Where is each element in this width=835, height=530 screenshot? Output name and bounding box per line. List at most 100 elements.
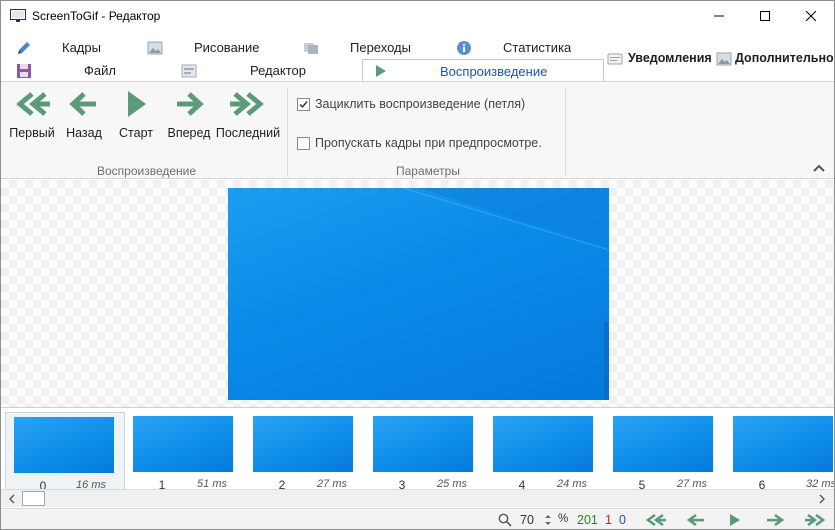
frame-thumbnail [493, 416, 593, 472]
extras-label: Дополнительно [735, 51, 834, 65]
first-frame-label: Первый [9, 126, 55, 140]
frame-duration: 25 ms [437, 478, 467, 489]
frame-index: 2 [278, 478, 286, 489]
frame-duration: 24 ms [557, 478, 587, 489]
skip-frames-checkbox-label: Пропускать кадры при предпросмотре. [315, 136, 542, 150]
pencil-icon [18, 42, 30, 54]
tab-drawing-label: Рисование [194, 40, 260, 55]
scroll-right-icon[interactable] [816, 493, 828, 505]
last-frame-label: Последний [215, 126, 281, 140]
checkmark-icon [299, 100, 308, 108]
frames-scrollbar[interactable] [1, 489, 834, 507]
zoom-stepper-icon[interactable] [544, 513, 552, 527]
tab-drawing[interactable]: Рисование [147, 37, 277, 59]
status-first-frame-icon[interactable] [644, 513, 668, 527]
status-bar: 70 % 201 1 0 [1, 508, 834, 529]
app-logo-icon [10, 9, 26, 22]
tab-frames-label: Кадры [62, 40, 101, 55]
notifications-label: Уведомления [628, 51, 712, 65]
loop-checkbox-label: Зациклить воспроизведение (петля) [315, 97, 526, 111]
playback-group-label: Воспроизведение [97, 164, 197, 178]
next-frame-button[interactable]: Вперед [165, 88, 213, 148]
selected-count: 1 [605, 513, 612, 527]
frame-item[interactable]: 2 27 ms [245, 412, 365, 489]
frame-item[interactable]: 3 25 ms [365, 412, 485, 489]
loop-checkbox-box[interactable] [297, 97, 310, 111]
status-next-frame-icon[interactable] [763, 513, 787, 527]
skip-frames-checkbox-box[interactable] [297, 136, 310, 150]
frame-preview-image [228, 188, 609, 400]
scrollbar-thumb[interactable] [22, 491, 45, 506]
last-frame-button[interactable]: Последний [215, 88, 281, 148]
play-label: Старт [119, 126, 153, 140]
first-frame-icon [16, 92, 50, 116]
frame-index: 4 [518, 478, 526, 489]
tab-editor[interactable]: Редактор [181, 60, 311, 82]
ribbon-tabs: Кадры Рисование Переходы Статистика Файл… [1, 31, 834, 82]
collapse-ribbon-icon[interactable] [812, 162, 826, 174]
status-last-frame-icon[interactable] [803, 513, 827, 527]
play-button[interactable]: Старт [114, 88, 158, 148]
extras-icon [716, 52, 732, 66]
save-icon [17, 64, 31, 78]
preview-canvas [1, 180, 834, 407]
tab-statistics-label: Статистика [503, 40, 572, 55]
frame-thumbnail [14, 417, 114, 473]
maximize-button[interactable] [742, 1, 788, 31]
window-title: ScreenToGif - Редактор [32, 9, 161, 23]
play-icon [376, 65, 386, 77]
frame-duration: 32 ms [806, 478, 834, 489]
notification-icon [607, 53, 623, 65]
close-button[interactable] [788, 1, 834, 31]
frame-item[interactable]: 4 24 ms [485, 412, 605, 489]
last-frame-icon [230, 92, 264, 116]
minimize-button[interactable] [696, 1, 742, 31]
image-icon [147, 41, 163, 55]
info-icon [457, 41, 471, 55]
group-separator-end [565, 88, 566, 176]
zoom-icon [498, 513, 512, 527]
tab-file-label: Файл [84, 63, 116, 78]
extras-button[interactable]: Дополнительно [716, 48, 834, 70]
frame-count: 201 [577, 513, 598, 527]
status-previous-frame-icon[interactable] [684, 513, 708, 527]
status-play-icon[interactable] [723, 513, 747, 527]
frame-duration: 27 ms [677, 478, 707, 489]
frame-item[interactable]: 5 27 ms [605, 412, 725, 489]
frame-duration: 27 ms [317, 478, 347, 489]
frame-duration: 51 ms [197, 478, 227, 489]
zoom-unit: % [558, 513, 569, 525]
selected-index: 0 [619, 513, 626, 527]
tab-statistics[interactable]: Статистика [456, 37, 586, 59]
tab-editor-label: Редактор [250, 63, 306, 78]
frame-item[interactable]: 6 32 ms [725, 412, 834, 489]
tab-file[interactable]: Файл [16, 60, 136, 82]
tab-playback[interactable]: Воспроизведение [362, 59, 604, 82]
frame-index: 5 [638, 478, 646, 489]
frame-index: 0 [39, 479, 47, 489]
frame-item[interactable]: 0 16 ms [5, 412, 125, 489]
frame-duration: 16 ms [76, 479, 106, 489]
tab-playback-label: Воспроизведение [440, 64, 548, 79]
params-group-label: Параметры [396, 164, 460, 178]
first-frame-button[interactable]: Первый [6, 88, 58, 148]
tab-transitions[interactable]: Переходы [303, 37, 423, 59]
previous-frame-icon [69, 92, 96, 116]
preview-image-graphic [402, 188, 609, 400]
tab-transitions-label: Переходы [350, 40, 411, 55]
notifications-button[interactable]: Уведомления [607, 48, 712, 70]
group-separator [287, 88, 288, 176]
editor-window: ScreenToGif - Редактор Кадры Рисование П… [0, 0, 835, 530]
tab-frames[interactable]: Кадры [16, 37, 136, 59]
frame-item[interactable]: 1 51 ms [125, 412, 245, 489]
loop-checkbox[interactable]: Зациклить воспроизведение (петля) [297, 97, 525, 111]
frame-thumbnail [613, 416, 713, 472]
frames-strip: 0 16 ms 1 51 ms 2 27 ms 3 25 ms 4 24 ms … [1, 407, 834, 489]
scroll-left-icon[interactable] [6, 493, 18, 505]
editor-icon [181, 64, 197, 78]
zoom-value[interactable]: 70 [520, 513, 534, 527]
skip-frames-checkbox[interactable]: Пропускать кадры при предпросмотре. [297, 136, 542, 150]
previous-frame-button[interactable]: Назад [62, 88, 106, 148]
next-frame-icon [177, 92, 204, 116]
maximize-icon [760, 11, 770, 21]
